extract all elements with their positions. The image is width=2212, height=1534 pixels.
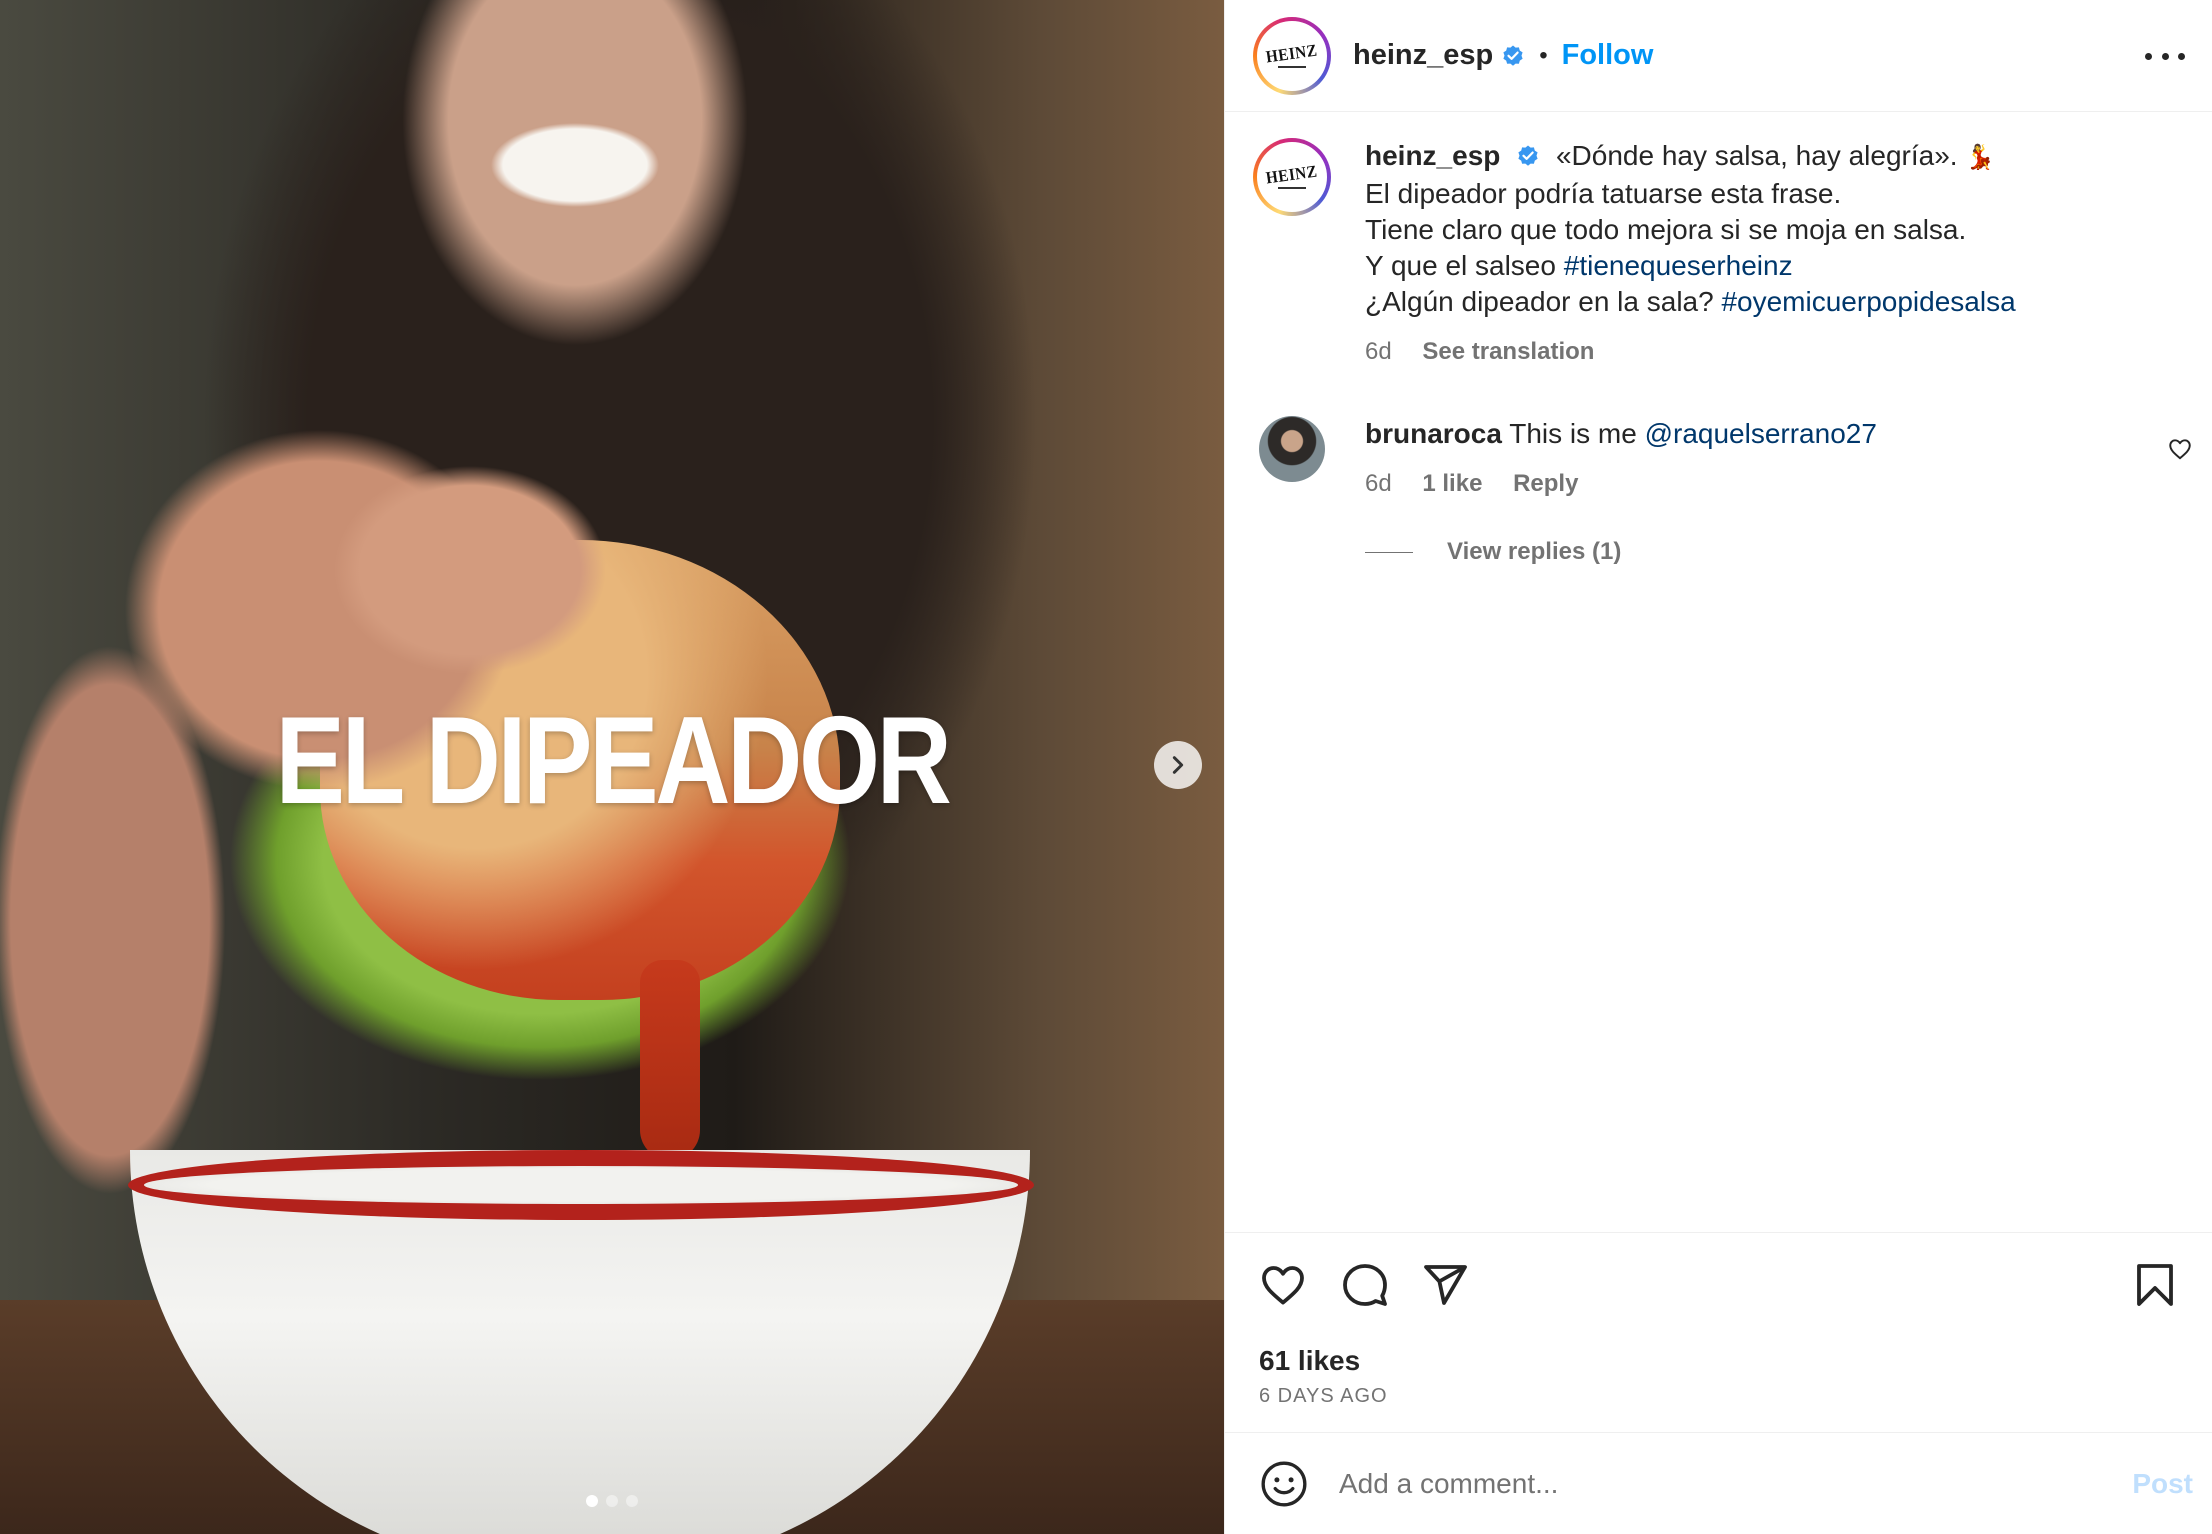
carousel-dot-active [586,1495,598,1507]
post-media[interactable]: EL DIPEADOR [0,0,1224,1534]
separator-dot: • [1539,41,1548,69]
post-header: HEINZ heinz_esp • Follow [1225,0,2212,112]
carousel-dot [606,1495,618,1507]
caption-time: 6d [1365,338,1392,365]
caption-line-3: Tiene claro que todo mejora si se moja e… [1365,214,1967,245]
mention-link[interactable]: @raquelserrano27 [1645,418,1877,449]
caption-username[interactable]: heinz_esp [1365,140,1500,171]
caption-text: heinz_esp «Dónde hay salsa, hay alegría»… [1365,138,2016,370]
next-slide-button[interactable] [1154,741,1202,789]
comment-avatar[interactable] [1259,416,1325,482]
caption-avatar[interactable]: HEINZ [1253,138,1331,216]
verified-badge-icon [1503,45,1523,66]
chevron-right-icon [1172,756,1184,774]
comment-username[interactable]: brunaroca [1365,418,1502,449]
comment-time: 6d [1365,470,1392,497]
photo-ketchup-drip [640,960,700,1160]
verified-badge-icon [1518,145,1538,166]
likes-count[interactable]: 61 likes [1259,1345,1360,1377]
photo-fingers [300,440,640,700]
comment-input[interactable] [1339,1467,2039,1500]
reply-button[interactable]: Reply [1513,470,1578,497]
caption-meta: 6d See translation [1365,334,2016,370]
caption-line-4: Y que el salseo [1365,250,1556,281]
see-translation-button[interactable]: See translation [1422,338,1594,365]
heart-outline-icon[interactable] [2167,436,2193,462]
header-username[interactable]: heinz_esp [1353,39,1493,72]
comment: brunaroca This is me @raquelserrano27 6d… [1253,416,2193,502]
share-icon[interactable] [1421,1261,1469,1309]
post-button[interactable]: Post [2132,1468,2193,1500]
post-date: 6 DAYS AGO [1259,1385,1388,1407]
view-replies-button[interactable]: View replies (1) [1365,538,1621,566]
heinz-logo: HEINZ [1265,161,1319,188]
add-comment-bar: Post [1225,1432,2212,1534]
comment-meta: 6d 1 like Reply [1365,466,2193,502]
carousel-dot [626,1495,638,1507]
caption-line-1: «Dónde hay salsa, hay alegría». [1555,140,1958,171]
comment-message: This is me [1509,418,1637,449]
follow-button[interactable]: Follow [1562,39,1654,72]
replies-divider [1365,551,1413,553]
carousel-indicator [0,1495,1224,1507]
comment-text: brunaroca This is me @raquelserrano27 6d… [1365,416,2193,502]
post-side-panel: HEINZ heinz_esp • Follow HEINZ heinz_esp [1224,0,2212,1534]
hashtag-link[interactable]: #tienequeserheinz [1564,250,1793,281]
smiley-icon[interactable] [1259,1459,1309,1509]
more-options-icon[interactable] [2145,38,2185,74]
comment-likes[interactable]: 1 like [1422,470,1482,497]
hashtag-link[interactable]: #oyemicuerpopidesalsa [1721,286,2015,317]
caption-line-2: El dipeador podría tatuarse esta frase. [1365,178,1842,209]
avatar[interactable]: HEINZ [1253,16,1331,95]
caption-line-5: ¿Algún dipeador en la sala? [1365,286,1714,317]
caption: HEINZ heinz_esp «Dónde hay salsa, hay al… [1253,138,2193,370]
photo-bowl-rim [128,1150,1034,1220]
media-overlay-title: EL DIPEADOR [275,692,952,830]
view-replies-label: View replies (1) [1447,538,1622,565]
bookmark-icon[interactable] [2131,1261,2179,1309]
dancer-emoji-icon: 💃 [1965,144,1996,171]
heart-icon[interactable] [1259,1261,1307,1309]
heinz-logo: HEINZ [1265,40,1319,67]
comment-icon[interactable] [1341,1261,1389,1309]
post-actions: 61 likes 6 DAYS AGO [1225,1232,2212,1432]
